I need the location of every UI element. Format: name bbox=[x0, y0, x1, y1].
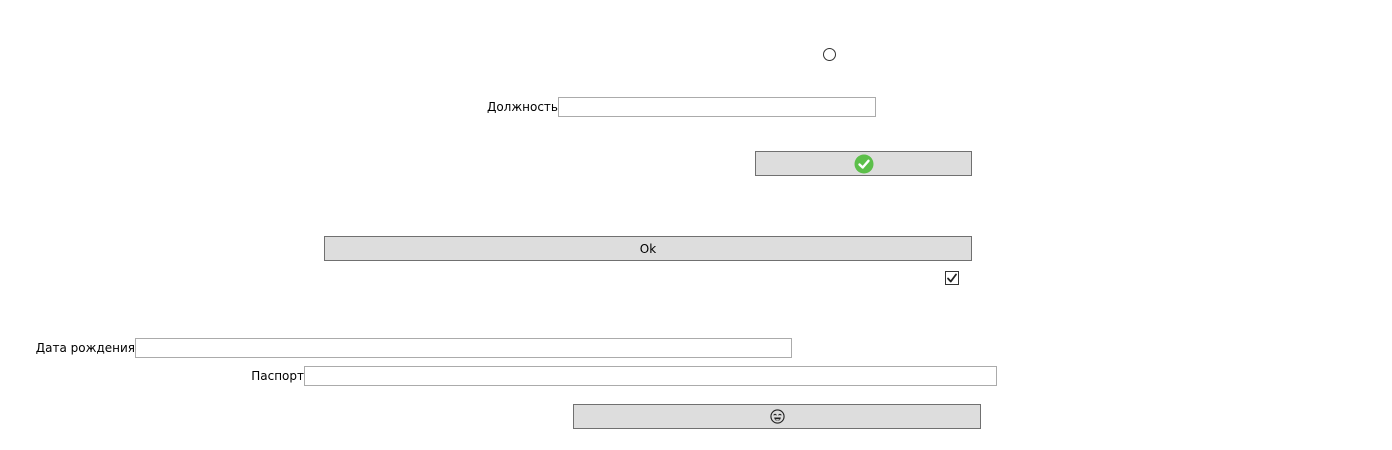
ok-button[interactable]: Ok bbox=[324, 236, 972, 261]
passport-label: Паспорт bbox=[251, 369, 304, 383]
position-label: Должность bbox=[486, 100, 558, 114]
birthdate-label: Дата рождения bbox=[35, 341, 135, 355]
emoji-button[interactable] bbox=[573, 404, 981, 429]
checkbox[interactable] bbox=[945, 271, 959, 285]
passport-input[interactable] bbox=[304, 366, 997, 386]
position-input[interactable] bbox=[558, 97, 876, 117]
checkmark-icon bbox=[947, 273, 957, 283]
check-circle-icon bbox=[854, 154, 873, 173]
confirm-button[interactable] bbox=[755, 151, 972, 176]
radio-button[interactable] bbox=[823, 48, 836, 61]
birthdate-input[interactable] bbox=[135, 338, 792, 358]
ok-button-label: Ok bbox=[639, 241, 657, 256]
emoji-face-icon bbox=[769, 409, 785, 424]
